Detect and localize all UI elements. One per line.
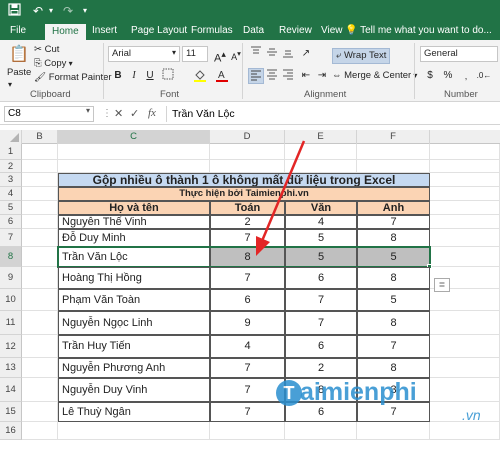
- quick-analysis-icon[interactable]: ≣: [434, 278, 450, 292]
- arrow-shaft: [260, 140, 306, 242]
- watermark-suffix: .vn: [462, 407, 481, 423]
- arrow-head: [256, 236, 270, 256]
- watermark-logo-icon: T: [276, 380, 302, 406]
- watermark-text: aimienphi: [300, 378, 417, 406]
- annotation-arrow: [256, 140, 306, 256]
